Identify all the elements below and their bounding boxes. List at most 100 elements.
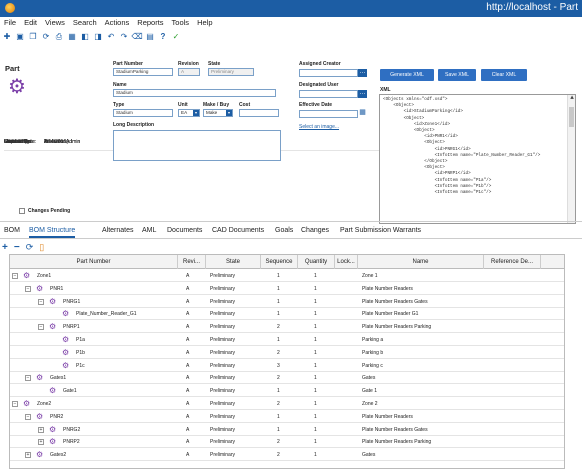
cost-field[interactable]	[239, 109, 279, 117]
effective-date-field[interactable]	[299, 110, 358, 118]
table-row[interactable]: − ⚙ PNRP1 A Preliminary 2 1 Plate Number Reader…	[10, 321, 564, 334]
expand-icon[interactable]: +	[38, 426, 44, 433]
name-label: Name	[113, 82, 127, 88]
tab-bom[interactable]: BOM	[4, 226, 20, 236]
table-row[interactable]: ⚙ P1a A Preliminary 1 1 Parking a	[10, 334, 564, 346]
menu-help[interactable]: Help	[197, 17, 212, 29]
table-row[interactable]: − ⚙ Gates1 A Preliminary 2 1 Gates	[10, 372, 564, 385]
help-icon[interactable]: ?	[158, 32, 168, 42]
col-revision[interactable]: Revi...	[178, 255, 206, 269]
table-row[interactable]: ⚙ Plate_Number_Reader_G1 A Preliminary 1 1 Pla…	[10, 308, 564, 321]
chevron-down-icon: ▾	[193, 110, 199, 116]
col-reference-designator[interactable]: Reference De...	[484, 255, 541, 269]
menu-search[interactable]: Search	[73, 17, 97, 29]
xml-textarea[interactable]: <Objects xmlns="odf.xsd"> <Object> <id>S…	[379, 94, 576, 224]
assigned-creator-field[interactable]	[299, 69, 358, 77]
xml-scrollbar[interactable]: ▲	[567, 95, 575, 223]
unlock-icon[interactable]: ◨	[93, 32, 103, 42]
menu-reports[interactable]: Reports	[137, 17, 163, 29]
cell-name: Gates	[362, 375, 376, 382]
unit-label: Unit	[178, 102, 188, 108]
state-field[interactable]: Preliminary	[208, 68, 254, 76]
menu-file[interactable]: File	[4, 17, 16, 29]
table-row[interactable]: − ⚙ PNR2 A Preliminary 1 1 Plate Number Readers	[10, 411, 564, 423]
collapse-icon[interactable]: −	[38, 298, 44, 305]
collapse-icon[interactable]: −	[25, 375, 31, 382]
cell-seq: 2	[277, 401, 280, 407]
expand-icon[interactable]: +	[38, 439, 44, 446]
menu-views[interactable]: Views	[45, 17, 65, 29]
refresh-icon[interactable]: ⟳	[41, 32, 51, 42]
cell-state: Preliminary	[210, 285, 236, 292]
menu-edit[interactable]: Edit	[24, 17, 37, 29]
changes-pending-checkbox[interactable]	[19, 208, 25, 214]
redo-icon[interactable]: ↷	[119, 32, 129, 42]
scroll-thumb[interactable]	[569, 107, 574, 127]
table-row[interactable]: − ⚙ PNRG1 A Preliminary 1 1 Plate Number Reader…	[10, 296, 564, 308]
designated-user-browse-button[interactable]: …	[358, 90, 367, 98]
tab-aml[interactable]: AML	[142, 226, 156, 236]
save-xml-button[interactable]: Save XML	[438, 69, 476, 81]
scroll-up-icon[interactable]: ▲	[568, 95, 575, 103]
menu-tools[interactable]: Tools	[172, 17, 190, 29]
undo-icon[interactable]: ↶	[106, 32, 116, 42]
table-row[interactable]: − ⚙ PNR1 A Preliminary 1 1 Plate Number Readers	[10, 283, 564, 295]
designated-user-field[interactable]	[299, 90, 358, 98]
new-icon[interactable]: ✚	[2, 32, 12, 42]
tab-part-submission-warrants[interactable]: Part Submission Warrants	[340, 226, 421, 236]
table-row[interactable]: ⚙ P1b A Preliminary 2 1 Parking b	[10, 347, 564, 359]
menu-actions[interactable]: Actions	[105, 17, 130, 29]
col-quantity[interactable]: Quantity	[298, 255, 335, 269]
check-icon[interactable]: ✓	[171, 32, 181, 42]
tab-alternates[interactable]: Alternates	[102, 226, 134, 236]
generate-xml-button[interactable]: Generate XML	[380, 69, 434, 81]
type-field[interactable]: Stadium	[113, 109, 173, 117]
collapse-icon[interactable]: −	[38, 324, 44, 331]
tab-cad-documents[interactable]: CAD Documents	[212, 226, 264, 236]
table-row[interactable]: ⚙ P1c A Preliminary 3 1 Parking c	[10, 360, 564, 372]
cell-seq: 2	[277, 452, 280, 459]
save-disk-icon[interactable]: ▤	[145, 32, 155, 42]
table-row[interactable]: + ⚙ PNRG2 A Preliminary 1 1 Plate Number Reader…	[10, 424, 564, 436]
refresh-icon[interactable]: ⟳	[26, 242, 34, 253]
collapse-icon[interactable]: −	[25, 285, 31, 292]
collapse-icon[interactable]: −	[12, 273, 18, 279]
tab-goals[interactable]: Goals	[275, 226, 293, 236]
revision-field[interactable]: A	[178, 68, 200, 76]
collapse-icon[interactable]: −	[12, 401, 18, 407]
col-sequence[interactable]: Sequence	[261, 255, 298, 269]
table-row[interactable]: + ⚙ Gates2 A Preliminary 2 1 Gates	[10, 449, 564, 462]
delete-icon[interactable]: ⌫	[131, 32, 142, 42]
copy-icon[interactable]: ❐	[28, 32, 38, 42]
tab-changes[interactable]: Changes	[301, 226, 329, 236]
tab-documents[interactable]: Documents	[167, 226, 202, 236]
long-description-field[interactable]	[113, 130, 281, 161]
assigned-creator-browse-button[interactable]: …	[358, 69, 367, 77]
calendar-icon[interactable]: ▦	[358, 109, 367, 118]
table-row[interactable]: + ⚙ PNRP2 A Preliminary 2 1 Plate Number Reader…	[10, 436, 564, 449]
table-row[interactable]: ⚙ Gate1 A Preliminary 1 1 Gate 1	[10, 385, 564, 398]
col-name[interactable]: Name	[358, 255, 484, 269]
print-icon[interactable]: ⎙	[54, 32, 64, 42]
collapse-icon[interactable]: −	[25, 413, 31, 420]
part-number-field[interactable]: StadiumParking	[113, 68, 173, 76]
export-icon[interactable]: ▦	[67, 32, 77, 42]
select-image-link[interactable]: Select an image...	[299, 124, 339, 130]
tab-bom-structure[interactable]: BOM Structure	[29, 226, 76, 238]
make-buy-select[interactable]: Make ▾	[203, 109, 233, 117]
unit-select[interactable]: EA ▾	[178, 109, 200, 117]
col-state[interactable]: State	[206, 255, 261, 269]
document-icon[interactable]: ▯	[39, 242, 44, 253]
col-part-number[interactable]: Part Number	[10, 255, 178, 269]
table-row[interactable]: − ⚙ Zone2 A Preliminary 2 1 Zone 2	[10, 398, 564, 410]
add-icon[interactable]: +	[2, 242, 8, 253]
cell-name: Plate Number Readers Gates	[362, 298, 428, 305]
expand-icon[interactable]: +	[25, 452, 31, 459]
clear-xml-button[interactable]: Clear XML	[481, 69, 527, 81]
col-locked[interactable]: Lock...	[335, 255, 358, 269]
save-icon[interactable]: ▣	[15, 32, 25, 42]
name-field[interactable]: Stadium	[113, 89, 276, 97]
remove-icon[interactable]: −	[14, 242, 20, 253]
lock-icon[interactable]: ◧	[80, 32, 90, 42]
table-row[interactable]: − ⚙ Zone1 A Preliminary 1 1 Zone 1	[10, 270, 564, 282]
